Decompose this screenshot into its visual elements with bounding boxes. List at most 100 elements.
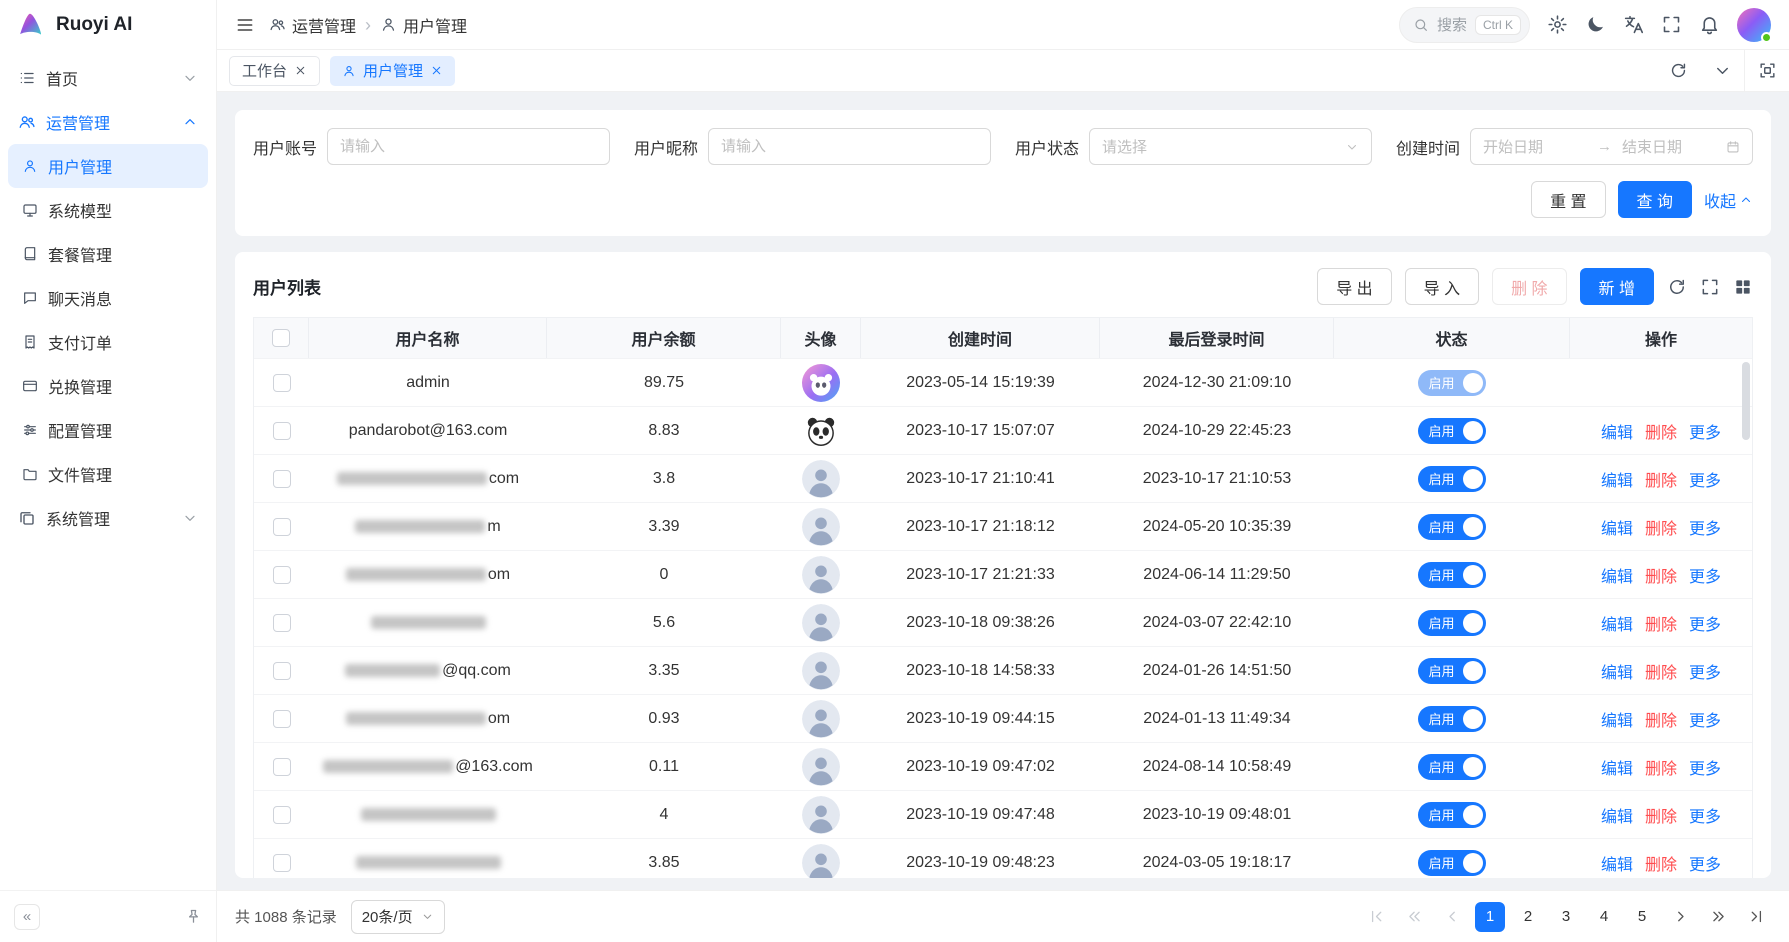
status-toggle[interactable]: 启用 xyxy=(1418,754,1485,780)
sidebar-subitem-1[interactable]: 系统模型 xyxy=(8,188,208,232)
account-input[interactable] xyxy=(327,128,610,165)
close-icon[interactable] xyxy=(294,64,307,77)
nickname-input[interactable] xyxy=(708,128,991,165)
sidebar-subitem-0[interactable]: 用户管理 xyxy=(8,144,208,188)
delete-link[interactable]: 删除 xyxy=(1645,611,1677,635)
row-checkbox[interactable] xyxy=(273,710,291,728)
first-page-button[interactable] xyxy=(1361,902,1391,932)
tab-user-management[interactable]: 用户管理 xyxy=(330,56,455,86)
more-link[interactable]: 更多 xyxy=(1689,467,1721,491)
page-number-4[interactable]: 4 xyxy=(1589,902,1619,932)
expand-icon[interactable] xyxy=(1700,277,1720,297)
more-link[interactable]: 更多 xyxy=(1689,755,1721,779)
edit-link[interactable]: 编辑 xyxy=(1601,851,1633,875)
next-page-button[interactable] xyxy=(1665,902,1695,932)
page-size-select[interactable]: 20条/页 xyxy=(351,900,445,934)
avatar[interactable] xyxy=(1737,8,1771,42)
date-range-picker[interactable]: 开始日期 → 结束日期 xyxy=(1470,128,1753,165)
column-header[interactable]: 状态 xyxy=(1334,318,1570,358)
last-page-button[interactable] xyxy=(1741,902,1771,932)
edit-link[interactable]: 编辑 xyxy=(1601,755,1633,779)
sidebar-item-system[interactable]: 系统管理 xyxy=(8,496,208,540)
more-link[interactable]: 更多 xyxy=(1689,659,1721,683)
row-checkbox[interactable] xyxy=(273,614,291,632)
delete-link[interactable]: 删除 xyxy=(1645,419,1677,443)
delete-button[interactable]: 删 除 xyxy=(1492,268,1566,305)
row-checkbox[interactable] xyxy=(273,422,291,440)
import-button[interactable]: 导 入 xyxy=(1405,268,1479,305)
tab-menu-button[interactable] xyxy=(1700,50,1744,91)
status-toggle[interactable]: 启用 xyxy=(1418,370,1485,396)
translate-icon[interactable] xyxy=(1623,14,1644,35)
sidebar-item-home[interactable]: 首页 xyxy=(8,56,208,100)
fullscreen-icon[interactable] xyxy=(1661,14,1682,35)
prev-page-button[interactable] xyxy=(1437,902,1467,932)
status-toggle[interactable]: 启用 xyxy=(1418,706,1485,732)
sidebar-subitem-7[interactable]: 文件管理 xyxy=(8,452,208,496)
status-toggle[interactable]: 启用 xyxy=(1418,466,1485,492)
global-search[interactable]: 搜索 Ctrl K xyxy=(1399,7,1530,43)
breadcrumb-item-operations[interactable]: 运营管理 xyxy=(269,13,356,37)
back-10-pages-button[interactable] xyxy=(1399,902,1429,932)
more-link[interactable]: 更多 xyxy=(1689,851,1721,875)
refresh-tab-button[interactable] xyxy=(1656,50,1700,91)
export-button[interactable]: 导 出 xyxy=(1317,268,1391,305)
close-icon[interactable] xyxy=(430,64,443,77)
edit-link[interactable]: 编辑 xyxy=(1601,707,1633,731)
add-button[interactable]: 新 增 xyxy=(1580,268,1654,305)
more-link[interactable]: 更多 xyxy=(1689,707,1721,731)
delete-link[interactable]: 删除 xyxy=(1645,563,1677,587)
delete-link[interactable]: 删除 xyxy=(1645,755,1677,779)
status-toggle[interactable]: 启用 xyxy=(1418,610,1485,636)
row-checkbox[interactable] xyxy=(273,470,291,488)
row-checkbox[interactable] xyxy=(273,758,291,776)
delete-link[interactable]: 删除 xyxy=(1645,803,1677,827)
column-header[interactable]: 用户名称 xyxy=(309,318,547,358)
moon-icon[interactable] xyxy=(1585,14,1606,35)
tab-workbench[interactable]: 工作台 xyxy=(229,56,320,86)
delete-link[interactable]: 删除 xyxy=(1645,707,1677,731)
status-select[interactable]: 请选择 xyxy=(1089,128,1372,165)
edit-link[interactable]: 编辑 xyxy=(1601,515,1633,539)
reset-button[interactable]: 重 置 xyxy=(1531,181,1605,218)
breadcrumb-item-users[interactable]: 用户管理 xyxy=(380,13,467,37)
edit-link[interactable]: 编辑 xyxy=(1601,563,1633,587)
forward-10-pages-button[interactable] xyxy=(1703,902,1733,932)
status-toggle[interactable]: 启用 xyxy=(1418,418,1485,444)
gear-icon[interactable] xyxy=(1547,14,1568,35)
select-all-checkbox[interactable] xyxy=(272,329,290,347)
sidebar-subitem-2[interactable]: 套餐管理 xyxy=(8,232,208,276)
sidebar-subitem-4[interactable]: 支付订单 xyxy=(8,320,208,364)
status-toggle[interactable]: 启用 xyxy=(1418,514,1485,540)
sidebar-subitem-3[interactable]: 聊天消息 xyxy=(8,276,208,320)
search-button[interactable]: 查 询 xyxy=(1618,181,1692,218)
pin-icon[interactable] xyxy=(185,908,202,925)
row-checkbox[interactable] xyxy=(273,566,291,584)
page-number-2[interactable]: 2 xyxy=(1513,902,1543,932)
row-checkbox[interactable] xyxy=(273,662,291,680)
column-header[interactable]: 操作 xyxy=(1570,318,1752,358)
sidebar-collapse-button[interactable]: « xyxy=(14,904,40,930)
refresh-icon[interactable] xyxy=(1667,277,1687,297)
more-link[interactable]: 更多 xyxy=(1689,611,1721,635)
row-checkbox[interactable] xyxy=(273,518,291,536)
edit-link[interactable]: 编辑 xyxy=(1601,467,1633,491)
more-link[interactable]: 更多 xyxy=(1689,563,1721,587)
column-header[interactable]: 创建时间 xyxy=(861,318,1100,358)
row-checkbox[interactable] xyxy=(273,854,291,872)
sidebar-subitem-6[interactable]: 配置管理 xyxy=(8,408,208,452)
more-link[interactable]: 更多 xyxy=(1689,419,1721,443)
content-fullscreen-button[interactable] xyxy=(1745,50,1789,91)
sidebar-item-operations[interactable]: 运营管理 xyxy=(8,100,208,144)
column-header[interactable]: 用户余额 xyxy=(547,318,781,358)
collapse-filter-link[interactable]: 收起 xyxy=(1704,188,1753,212)
delete-link[interactable]: 删除 xyxy=(1645,659,1677,683)
brand[interactable]: Ruoyi AI xyxy=(0,0,216,50)
more-link[interactable]: 更多 xyxy=(1689,803,1721,827)
edit-link[interactable]: 编辑 xyxy=(1601,803,1633,827)
edit-link[interactable]: 编辑 xyxy=(1601,611,1633,635)
delete-link[interactable]: 删除 xyxy=(1645,851,1677,875)
column-header[interactable]: 最后登录时间 xyxy=(1100,318,1334,358)
page-number-1[interactable]: 1 xyxy=(1475,902,1505,932)
sidebar-subitem-5[interactable]: 兑换管理 xyxy=(8,364,208,408)
